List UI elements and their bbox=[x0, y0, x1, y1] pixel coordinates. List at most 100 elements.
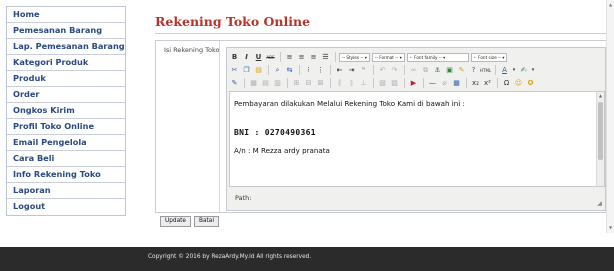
html-source-icon[interactable]: HTML bbox=[480, 65, 491, 76]
table-icon[interactable]: ▦ bbox=[248, 78, 259, 89]
merge-cells-icon[interactable]: ▨ bbox=[389, 78, 400, 89]
delete-row-icon[interactable]: ⊠ bbox=[315, 78, 326, 89]
image-icon[interactable]: ▣ bbox=[444, 65, 455, 76]
footer-copyright: Copyright © 2016 by RezaArdy.My.Id All r… bbox=[148, 254, 312, 260]
sidebar-item-logout[interactable]: Logout bbox=[7, 199, 125, 215]
toolbar-separator bbox=[404, 78, 405, 88]
superscript-button[interactable]: x² bbox=[482, 78, 493, 89]
media-icon[interactable]: ▶ bbox=[408, 78, 419, 89]
italic-button[interactable]: I bbox=[241, 52, 252, 63]
page-scrollbar[interactable]: ▲ ▼ bbox=[606, 0, 614, 233]
insert-row-after-icon[interactable]: ⊟ bbox=[303, 78, 314, 89]
sidebar-item-home[interactable]: Home bbox=[7, 7, 125, 23]
emoticon-icon[interactable]: ☺ bbox=[513, 78, 524, 89]
sidebar-item-info-rekening-toko[interactable]: Info Rekening Toko bbox=[7, 167, 125, 183]
row-props-icon[interactable]: ▤ bbox=[260, 78, 271, 89]
find-icon[interactable]: ⌕ bbox=[272, 65, 283, 76]
toolbar-separator bbox=[244, 78, 245, 88]
text-color-dropdown-icon[interactable]: ▾ bbox=[511, 65, 517, 76]
fullscreen-icon[interactable]: ✪ bbox=[525, 78, 536, 89]
styles-select-label: -- Styles -- bbox=[342, 54, 364, 60]
align-right-icon[interactable]: ≡ bbox=[308, 52, 319, 63]
align-left-icon[interactable]: ≡ bbox=[284, 52, 295, 63]
sidebar-item-produk[interactable]: Produk bbox=[7, 71, 125, 87]
bold-button[interactable]: B bbox=[229, 52, 240, 63]
insert-col-before-icon[interactable]: ⫿ bbox=[334, 78, 345, 89]
cell-props-icon[interactable]: ▥ bbox=[272, 78, 283, 89]
insert-col-after-icon[interactable]: ⫾ bbox=[346, 78, 357, 89]
footer: Copyright © 2016 by RezaArdy.My.Id All r… bbox=[0, 247, 614, 271]
numbered-list-icon[interactable]: ⋮ bbox=[315, 65, 326, 76]
toolbar-separator bbox=[423, 78, 424, 88]
scroll-up-arrow-icon[interactable]: ▲ bbox=[597, 92, 604, 99]
toolbar-separator bbox=[330, 78, 331, 88]
cleanup-icon[interactable]: ✎ bbox=[456, 65, 467, 76]
form-box: Isi Rekening Toko B I U ABC ≡ ≡ ≡ ☰ -- S… bbox=[155, 40, 610, 213]
help-icon[interactable]: ? bbox=[468, 65, 479, 76]
toolbar-row-3: ✎ ▦ ▤ ▥ ⊞ ⊟ ⊠ ⫿ ⫾ ⊥ ▧ ▨ ▶ — ⌀ ▦ x₂ x² Ω … bbox=[229, 77, 537, 89]
horizontal-rule-icon[interactable]: — bbox=[427, 78, 438, 89]
field-divider bbox=[219, 41, 220, 213]
bullet-list-icon[interactable]: ⁝ bbox=[303, 65, 314, 76]
text-color-icon[interactable]: A bbox=[499, 65, 510, 76]
font-family-select[interactable]: -- Font family -- ▾ bbox=[406, 52, 469, 62]
editor-scrollbar[interactable]: ▲ bbox=[596, 92, 604, 186]
font-size-select-label: -- Font size -- bbox=[473, 54, 502, 60]
scroll-up-arrow-icon[interactable]: ▲ bbox=[607, 2, 614, 8]
unlink-icon[interactable]: ⧉ bbox=[420, 65, 431, 76]
special-char-button[interactable]: Ω bbox=[501, 78, 512, 89]
toolbar-separator bbox=[299, 65, 300, 75]
sidebar-item-email-pengelola[interactable]: Email Pengelola bbox=[7, 135, 125, 151]
toolbar-row-2: ✂ ❐ ▤ ⌕ ⇆ ⁝ ⋮ ⇤ ⇥ ❝ ↶ ↷ ∞ ⧉ ⚓ ▣ ✎ ? HTML… bbox=[229, 64, 537, 76]
sidebar-item-lap-pemesanan-barang[interactable]: Lap. Pemesanan Barang bbox=[7, 39, 125, 55]
replace-icon[interactable]: ⇆ bbox=[284, 65, 295, 76]
scroll-down-arrow-icon[interactable]: ▼ bbox=[607, 225, 614, 231]
align-center-icon[interactable]: ≡ bbox=[296, 52, 307, 63]
update-button[interactable]: Update bbox=[160, 216, 191, 227]
outdent-icon[interactable]: ⇤ bbox=[334, 65, 345, 76]
sidebar-item-laporan[interactable]: Laporan bbox=[7, 183, 125, 199]
split-cells-icon[interactable]: ▧ bbox=[377, 78, 388, 89]
cut-icon[interactable]: ✂ bbox=[229, 65, 240, 76]
cancel-button[interactable]: Batal bbox=[194, 216, 219, 227]
path-label: Path: bbox=[235, 194, 252, 202]
sidebar-item-order[interactable]: Order bbox=[7, 87, 125, 103]
redo-icon[interactable]: ↷ bbox=[389, 65, 400, 76]
format-select[interactable]: -- Format -- ▾ bbox=[371, 52, 405, 62]
sidebar-item-kategori-produk[interactable]: Kategori Produk bbox=[7, 55, 125, 71]
background-color-icon[interactable]: ✍ bbox=[518, 65, 529, 76]
toolbar-separator bbox=[404, 65, 405, 75]
toolbar-separator bbox=[330, 65, 331, 75]
sidebar-item-profil-toko-online[interactable]: Profil Toko Online bbox=[7, 119, 125, 135]
sidebar-item-pemesanan-barang[interactable]: Pemesanan Barang bbox=[7, 23, 125, 39]
page-title: Rekening Toko Online bbox=[155, 14, 311, 29]
insert-row-before-icon[interactable]: ⊞ bbox=[291, 78, 302, 89]
content-paragraph: Pembayaran dilakukan Melalui Rekening To… bbox=[234, 99, 465, 108]
editor-status-bar: Path: ◢ bbox=[229, 189, 605, 209]
resize-handle-icon[interactable]: ◢ bbox=[596, 200, 603, 207]
blockquote-icon[interactable]: ❝ bbox=[358, 65, 369, 76]
styles-select[interactable]: -- Styles -- ▾ bbox=[339, 52, 370, 62]
toolbar-separator bbox=[373, 65, 374, 75]
sidebar-item-cara-beli[interactable]: Cara Beli bbox=[7, 151, 125, 167]
underline-button[interactable]: U bbox=[253, 52, 264, 63]
indent-icon[interactable]: ⇥ bbox=[346, 65, 357, 76]
align-justify-icon[interactable]: ☰ bbox=[320, 52, 331, 63]
sidebar-item-ongkos-kirim[interactable]: Ongkos Kirim bbox=[7, 103, 125, 119]
link-icon[interactable]: ∞ bbox=[408, 65, 419, 76]
delete-col-icon[interactable]: ⊥ bbox=[358, 78, 369, 89]
remove-format-icon[interactable]: ⌀ bbox=[439, 78, 450, 89]
subscript-button[interactable]: x₂ bbox=[470, 78, 481, 89]
anchor-icon[interactable]: ⚓ bbox=[432, 65, 443, 76]
copy-icon[interactable]: ❐ bbox=[241, 65, 252, 76]
paste-icon[interactable]: ▤ bbox=[253, 65, 264, 76]
background-color-dropdown-icon[interactable]: ▾ bbox=[530, 65, 536, 76]
editor-content-area[interactable]: Pembayaran dilakukan Melalui Rekening To… bbox=[229, 91, 605, 187]
title-divider bbox=[155, 33, 610, 34]
visual-aid-icon[interactable]: ▦ bbox=[451, 78, 462, 89]
strikethrough-button[interactable]: ABC bbox=[265, 52, 276, 63]
undo-icon[interactable]: ↶ bbox=[377, 65, 388, 76]
font-size-select[interactable]: -- Font size -- ▾ bbox=[470, 52, 508, 62]
editor-scroll-thumb[interactable] bbox=[598, 102, 603, 160]
edit-css-icon[interactable]: ✎ bbox=[229, 78, 240, 89]
